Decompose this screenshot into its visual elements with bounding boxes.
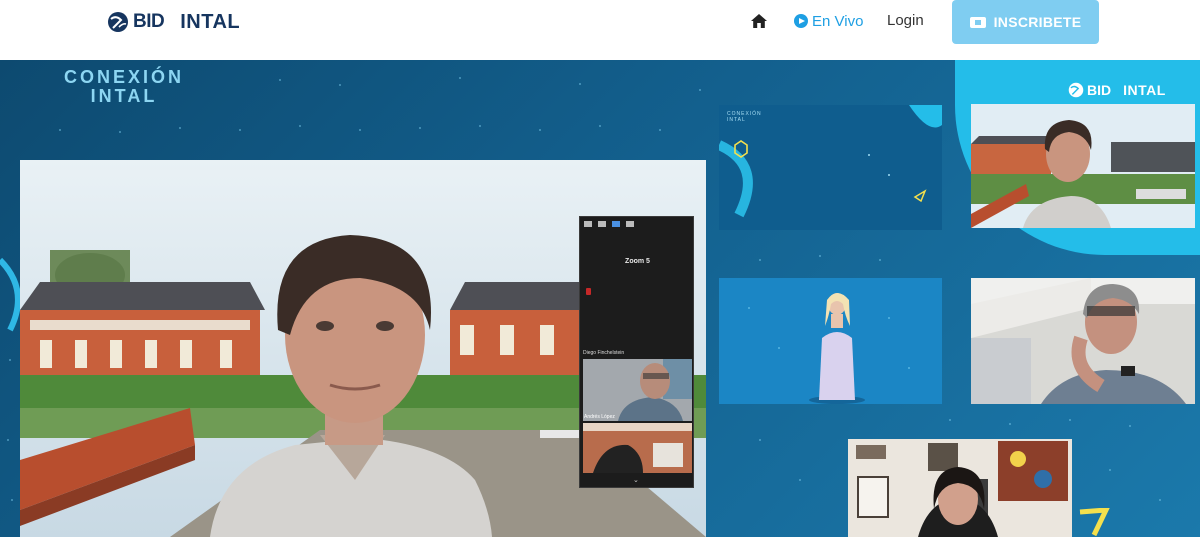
strip-view-icon[interactable] <box>612 221 620 227</box>
live-stream-video[interactable]: CONEXIÓN INTAL BID INTAL Zoom 5 Diego Fi… <box>0 60 1200 537</box>
overlay-bid-intal-logo: BID INTAL <box>1068 82 1166 98</box>
nav-link-en-vivo-label: En Vivo <box>812 12 864 30</box>
participant-video-tile-3 <box>848 439 1072 537</box>
participant-video-1[interactable] <box>583 359 692 421</box>
bid-globe-icon <box>108 12 128 32</box>
nav-link-en-vivo[interactable]: En Vivo <box>794 11 863 31</box>
inscribete-button[interactable]: INSCRIBETE <box>952 0 1099 44</box>
zoom-meeting-title: Zoom 5 <box>625 258 650 265</box>
participant-video-2[interactable] <box>583 423 692 473</box>
home-icon[interactable] <box>750 12 768 30</box>
zoom-participants-panel[interactable]: Zoom 5 Diego Finchelstein Andrés López ⌄ <box>579 216 694 488</box>
conexion-intal-title: CONEXIÓN INTAL <box>44 68 204 106</box>
bid-globe-icon <box>1068 82 1084 98</box>
inscribete-button-label: INSCRIBETE <box>993 14 1082 30</box>
participant-video-tile-1 <box>971 104 1195 228</box>
nav-link-login[interactable]: Login <box>887 12 924 29</box>
slide-graphics <box>719 105 942 218</box>
presentation-slide-tile: CONEXIÓN INTAL <box>719 105 942 230</box>
play-circle-icon <box>794 14 808 28</box>
site-logo[interactable]: BID INTAL <box>107 9 240 35</box>
gallery-view-icon[interactable] <box>626 221 634 227</box>
speaker-view-icon[interactable] <box>598 221 606 227</box>
zoom-view-toolbar[interactable] <box>584 221 634 227</box>
logo-bid-text: BID <box>133 11 165 32</box>
decorative-yellow-mark <box>1079 508 1110 537</box>
participant-video-tile-2 <box>971 278 1195 404</box>
brand-line-1: CONEXIÓN <box>63 67 184 87</box>
slide-title: CONEXIÓN INTAL <box>727 111 762 123</box>
logo-intal-text: INTAL <box>180 10 241 33</box>
participant-name-2: Andrés López <box>584 414 615 420</box>
top-navigation-bar: BID INTAL En Vivo Login INSCRIBETE <box>0 0 1200 60</box>
overlay-logo-intal: INTAL <box>1123 82 1166 98</box>
chevron-down-icon[interactable]: ⌄ <box>633 476 639 484</box>
minimize-icon[interactable] <box>584 221 592 227</box>
host-video-tile <box>719 278 942 404</box>
brand-line-2: INTAL <box>90 86 158 106</box>
slide-title-line-2: INTAL <box>727 117 746 123</box>
ticket-icon <box>969 16 986 28</box>
muted-mic-icon <box>586 288 591 295</box>
participant-name-1: Diego Finchelstein <box>583 350 625 356</box>
overlay-logo-bid: BID <box>1087 82 1112 98</box>
